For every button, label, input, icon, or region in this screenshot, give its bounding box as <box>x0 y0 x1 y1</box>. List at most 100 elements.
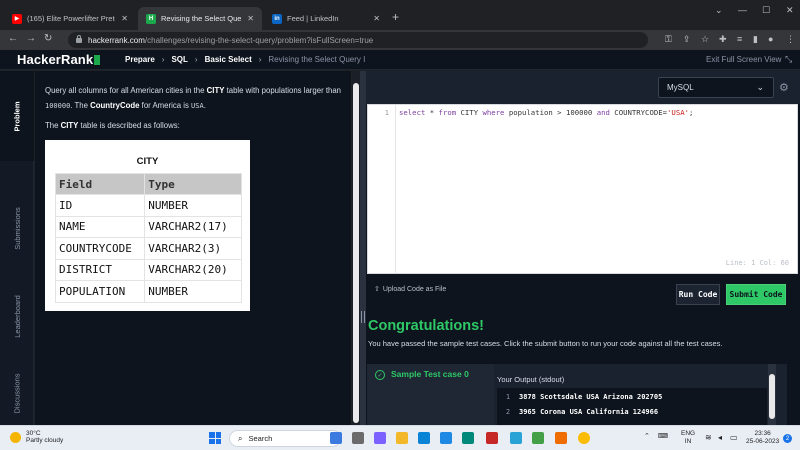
key-icon[interactable]: ⚿ <box>665 34 672 45</box>
wifi-icon[interactable]: ≋ <box>705 433 712 442</box>
chevron-up-icon[interactable]: ⌃ <box>644 432 650 440</box>
table-row: DISTRICT VARCHAR2(20) <box>54 258 242 281</box>
share-icon[interactable]: ⇪ <box>683 34 691 45</box>
text: CITY <box>206 86 225 95</box>
extensions-icon[interactable]: ✚ <box>719 34 727 45</box>
code-token: select <box>399 108 426 117</box>
scrollbar-thumb[interactable] <box>353 83 359 423</box>
problem-description: Query all columns for all American citie… <box>45 83 341 114</box>
system-tray: ⌃ ⌨ <box>644 432 668 440</box>
scrollbar-thumb[interactable] <box>769 374 775 419</box>
text: . <box>203 101 206 110</box>
weather-widget[interactable]: 30°C Partly cloudy <box>10 430 63 444</box>
app-icon[interactable] <box>418 432 430 444</box>
tab-discussions[interactable]: Discussions <box>0 361 34 425</box>
collapse-icon[interactable]: ⤡ <box>785 54 792 65</box>
text: table is described as follows: <box>78 121 180 130</box>
tab-label: Leaderboard <box>12 294 22 338</box>
avatar[interactable]: ● <box>768 34 773 44</box>
gear-icon[interactable]: ⚙ <box>779 81 789 94</box>
language-indicator[interactable]: ENG IN <box>681 430 695 446</box>
temperature: 30°C <box>26 430 41 437</box>
exit-fullscreen-link[interactable]: Exit Full Screen View <box>706 55 781 64</box>
language-select[interactable]: MySQL ⌄ <box>658 77 774 98</box>
code-token: population > 100000 <box>504 108 597 117</box>
app-icon[interactable] <box>510 432 522 444</box>
field-cell: POPULATION <box>54 280 146 303</box>
problem-panel: Query all columns for all American citie… <box>35 71 351 425</box>
close-tab-icon[interactable]: ✕ <box>247 14 254 23</box>
test-case-item[interactable]: ✓ Sample Test case 0 <box>367 364 494 425</box>
code-token: * <box>425 108 439 117</box>
crumb-sql[interactable]: SQL <box>171 55 187 64</box>
minimize-icon[interactable]: — <box>738 5 747 15</box>
crumb-prepare[interactable]: Prepare <box>125 55 155 64</box>
tab-hackerrank[interactable]: H Revising the Select Query I | Hack ✕ <box>138 7 262 30</box>
file-explorer-icon[interactable] <box>396 432 408 444</box>
clock[interactable]: 23:36 25-06-2023 <box>746 430 779 446</box>
date: 25-06-2023 <box>746 438 780 445</box>
drag-handle-icon[interactable] <box>361 311 365 323</box>
type-cell: VARCHAR2(3) <box>144 237 242 260</box>
keyboard-icon[interactable]: ⌨ <box>658 432 668 440</box>
type-cell: NUMBER <box>144 194 242 217</box>
store-icon[interactable] <box>440 432 452 444</box>
code-line[interactable]: select * from CITY where population > 10… <box>399 108 693 117</box>
time: 23:36 <box>754 430 771 437</box>
tab-label: Discussions <box>12 372 22 414</box>
app-icon[interactable] <box>555 432 567 444</box>
reload-icon[interactable]: ↻ <box>44 33 52 44</box>
code-token: CITY <box>456 108 483 117</box>
forward-icon[interactable]: → <box>26 33 36 44</box>
battery-icon[interactable]: ▭ <box>730 433 738 442</box>
hackerrank-logo[interactable]: HackerRank <box>17 52 101 67</box>
output-line-number: 2 <box>505 408 511 416</box>
code-token: where <box>482 108 505 117</box>
chrome-icon[interactable] <box>578 432 590 444</box>
url-input[interactable]: hackerrank.com/challenges/revising-the-s… <box>68 32 648 48</box>
upload-code-link[interactable]: ⇧ Upload Code as File <box>374 285 446 293</box>
submit-code-button[interactable]: Submit Code <box>726 284 786 305</box>
media-icon[interactable]: ≡ <box>737 34 742 44</box>
mcafee-icon[interactable] <box>486 432 498 444</box>
table-title: CITY <box>136 156 159 167</box>
bing-icon[interactable] <box>330 432 342 444</box>
close-window-icon[interactable]: ✕ <box>786 5 794 16</box>
tab-youtube[interactable]: ▶ (165) Elite Powerlifter Pretended ✕ <box>4 7 136 30</box>
check-circle-icon: ✓ <box>375 370 385 380</box>
app-icon[interactable] <box>532 432 544 444</box>
maximize-icon[interactable]: ☐ <box>762 5 770 16</box>
crumb-basic-select[interactable]: Basic Select <box>205 55 252 64</box>
star-icon[interactable]: ☆ <box>701 34 709 45</box>
close-tab-icon[interactable]: ✕ <box>121 14 128 23</box>
tab-search-icon[interactable]: ⌄ <box>715 5 723 16</box>
tab-title: Feed | LinkedIn <box>287 14 339 23</box>
back-icon[interactable]: ← <box>8 33 18 44</box>
tab-linkedin[interactable]: in Feed | LinkedIn ✕ <box>264 7 388 30</box>
menu-icon[interactable]: ⋮ <box>786 34 795 45</box>
tab-submissions[interactable]: Submissions <box>0 183 34 273</box>
code-token: 'USA' <box>667 108 689 117</box>
results-scrollbar[interactable] <box>768 364 776 425</box>
tab-problem[interactable]: Problem <box>0 71 34 161</box>
weather-text: 30°C Partly cloudy <box>26 430 63 444</box>
windows-start-icon[interactable] <box>209 432 221 444</box>
close-tab-icon[interactable]: ✕ <box>373 14 380 23</box>
inline-code: USA <box>191 102 204 110</box>
chevron-down-icon: ⌄ <box>756 82 764 92</box>
code-editor[interactable]: 1 select * from CITY where population > … <box>367 104 798 274</box>
output-line-number: 1 <box>505 393 511 401</box>
volume-icon[interactable]: ◂ <box>718 433 722 442</box>
run-code-button[interactable]: Run Code <box>676 284 720 305</box>
chat-icon[interactable] <box>374 432 386 444</box>
problem-scrollbar[interactable] <box>352 71 360 425</box>
taskbar-search[interactable]: ⌕ Search <box>229 430 341 447</box>
language-bar: MySQL ⌄ ⚙ <box>366 71 800 104</box>
notification-badge[interactable]: 2 <box>783 434 792 443</box>
new-tab-button[interactable]: + <box>392 10 399 24</box>
sidepanel-icon[interactable]: ▮ <box>753 34 758 45</box>
tab-leaderboard[interactable]: Leaderboard <box>0 271 34 361</box>
task-view-icon[interactable] <box>352 432 364 444</box>
text: . The <box>70 101 91 110</box>
app-icon[interactable] <box>462 432 474 444</box>
